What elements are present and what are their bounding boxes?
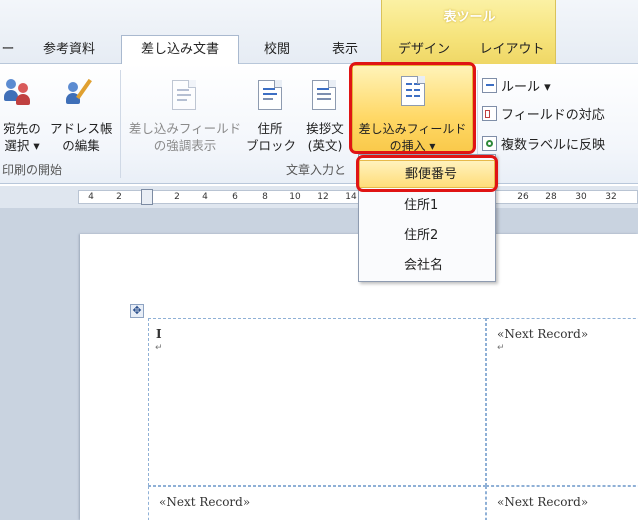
- tab-review[interactable]: 校閲: [250, 36, 304, 64]
- tab-mailings[interactable]: 差し込み文書: [121, 35, 239, 65]
- greeting-line-button[interactable]: 挨拶文 (英文): [300, 120, 350, 154]
- ruler-tick: 8: [262, 192, 268, 202]
- edit-recipient-list-label1: アドレス帳: [50, 121, 113, 136]
- label-cell[interactable]: «Next Record» ↵: [486, 318, 638, 486]
- ruler-tick: 28: [545, 192, 557, 202]
- highlight-fields-label1: 差し込みフィールド: [128, 121, 242, 136]
- ruler-tick: 32: [605, 192, 617, 202]
- tab-layout[interactable]: レイアウト: [470, 36, 554, 64]
- horizontal-ruler: 4 2 2 4 6 8 10 12 14 26 28 30 32: [0, 186, 638, 208]
- update-labels-icon: [482, 135, 497, 151]
- address-block-label1: 住所: [257, 121, 283, 136]
- next-record-field: «Next Record»: [497, 327, 589, 341]
- insert-field-callout-ring: [349, 62, 476, 154]
- greeting-line-label2: (英文): [307, 138, 343, 153]
- rules-button[interactable]: ルール ▾: [482, 75, 551, 95]
- tab-view[interactable]: 表示: [318, 36, 372, 64]
- edit-recipient-list-label2: の編集: [62, 138, 100, 153]
- edit-recipient-list-button[interactable]: アドレス帳 の編集: [50, 120, 113, 154]
- ruler-tick: 2: [174, 192, 180, 202]
- table-tools-title: 表ツール: [443, 10, 496, 25]
- ruler-tick: 26: [517, 192, 529, 202]
- ribbon-tab-bar: 表ツール ー 参考資料 差し込み文書 校閲 表示 デザイン レイアウト: [0, 0, 638, 65]
- label-cell[interactable]: «Next Record»: [486, 486, 638, 520]
- ruler-tick: 30: [575, 192, 587, 202]
- update-labels-label: 複数ラベルに反映: [501, 137, 606, 153]
- ruler-tick: 10: [289, 192, 301, 202]
- menu-item-address2[interactable]: 住所2: [359, 222, 495, 250]
- ruler-tick: 6: [232, 192, 238, 202]
- ruler-tick: 2: [116, 192, 122, 202]
- document-area: I ↵ «Next Record» ↵ «Next Record» «Next …: [0, 208, 638, 520]
- paragraph-mark: ↵: [155, 343, 163, 353]
- ribbon-mailings: 宛先の 選択 ▾ アドレス帳 の編集 印刷の開始 差し込みフィールド の強調表示…: [0, 62, 638, 184]
- select-recipients-icon: [4, 78, 34, 106]
- text-cursor: I: [156, 327, 162, 341]
- edit-recipient-list-icon: [66, 78, 96, 106]
- select-recipients-label2: 選択 ▾: [4, 138, 40, 153]
- address-block-button[interactable]: 住所 ブロック: [246, 120, 297, 154]
- greeting-line-icon: [312, 80, 336, 110]
- postal-code-callout-ring: [356, 155, 498, 192]
- rules-label: ルール ▾: [501, 79, 551, 95]
- address-block-icon: [258, 80, 282, 110]
- select-recipients-label1: 宛先の: [3, 121, 41, 136]
- table-move-handle-icon[interactable]: ✥: [130, 304, 144, 318]
- label-cell[interactable]: I ↵: [148, 318, 486, 486]
- group-write-insert-label: 文章入力と: [286, 163, 347, 177]
- greeting-line-label1: 挨拶文: [306, 121, 344, 136]
- ruler-tick: 4: [202, 192, 208, 202]
- menu-item-company[interactable]: 会社名: [359, 252, 495, 280]
- select-recipients-button[interactable]: 宛先の 選択 ▾: [0, 120, 44, 154]
- group-start-mail-merge-label: 印刷の開始: [2, 163, 63, 177]
- ruler-tick: 12: [317, 192, 329, 202]
- next-record-field: «Next Record»: [159, 495, 251, 509]
- label-cell[interactable]: «Next Record»: [148, 486, 486, 520]
- match-fields-label: フィールドの対応: [501, 107, 605, 123]
- tab-partial[interactable]: ー: [0, 36, 16, 64]
- ruler-tick: 4: [88, 192, 94, 202]
- indent-marker[interactable]: [141, 189, 153, 205]
- match-fields-icon: [482, 105, 497, 121]
- tab-references[interactable]: 参考資料: [30, 36, 108, 64]
- next-record-field: «Next Record»: [497, 495, 589, 509]
- menu-item-address1[interactable]: 住所1: [359, 192, 495, 220]
- update-labels-button[interactable]: 複数ラベルに反映: [482, 133, 605, 153]
- tab-design[interactable]: デザイン: [388, 36, 460, 64]
- group-separator: [120, 70, 121, 178]
- highlight-fields-icon: [172, 80, 196, 110]
- rules-icon: [482, 77, 497, 93]
- address-block-label2: ブロック: [246, 138, 297, 153]
- highlight-fields-label2: の強調表示: [153, 138, 217, 153]
- paragraph-mark: ↵: [497, 343, 505, 353]
- match-fields-button[interactable]: フィールドの対応: [482, 103, 605, 123]
- highlight-fields-button[interactable]: 差し込みフィールド の強調表示: [126, 120, 244, 154]
